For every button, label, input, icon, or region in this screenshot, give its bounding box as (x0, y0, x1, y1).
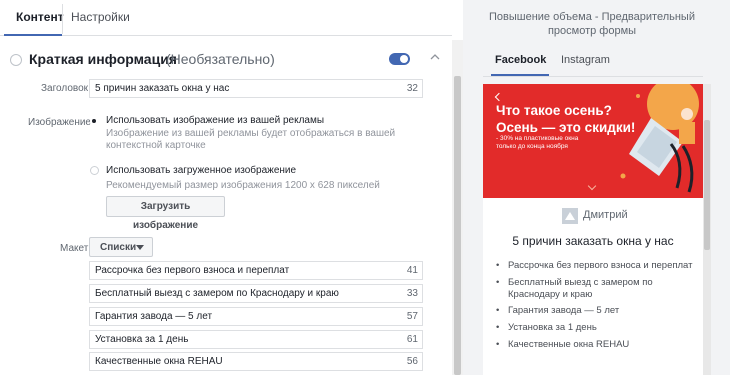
list-item-input[interactable]: Качественные окна REHAU 56 (89, 352, 423, 371)
image-option-upload-desc: Рекомендуемый размер изображения 1200 x … (106, 180, 380, 191)
list-item-count: 61 (406, 334, 418, 345)
image-option-ad-radio[interactable] (90, 117, 99, 126)
profile-row: Дмитрий (483, 204, 703, 228)
list-item-count: 41 (406, 265, 418, 276)
layout-select-value: Списки (100, 242, 137, 253)
avatar (562, 208, 578, 224)
editor-scrollbar-thumb[interactable] (454, 76, 461, 375)
section-toggle[interactable] (389, 53, 410, 65)
banner-sub-line2: только до конца ноября (496, 143, 568, 150)
list-item-count: 56 (406, 356, 418, 367)
image-option-upload-radio[interactable] (90, 166, 99, 175)
preview-pane: Повышение объема - Предварительный просм… (463, 0, 730, 375)
preview-scrollbar-thumb[interactable] (704, 120, 710, 250)
list-item-input[interactable]: Установка за 1 день 61 (89, 330, 423, 349)
section-radio[interactable] (10, 54, 22, 66)
preview-card: Что такое осень? Осень — это скидки! - 3… (483, 84, 703, 375)
preview-title: Повышение объема - Предварительный просм… (489, 11, 695, 37)
banner-headline: Что такое осень? Осень — это скидки! (496, 102, 635, 136)
banner-line2: Осень — это скидки! (496, 120, 636, 135)
list-item-text: Качественные окна REHAU (95, 356, 223, 367)
tab-content[interactable]: Контент (16, 10, 64, 24)
section-title: Краткая информация (29, 51, 177, 67)
list-item: Рассрочка без первого взноса и переплат (496, 260, 697, 272)
image-label: Изображение (28, 117, 91, 128)
caret-down-icon (136, 245, 144, 250)
banner-line1: Что такое осень? (496, 103, 612, 118)
card-title: 5 причин заказать окна у нас (512, 234, 674, 248)
list-item-input[interactable]: Рассрочка без первого взноса и переплат … (89, 261, 423, 280)
image-option-ad-desc: Изображение из вашей рекламы будет отобр… (106, 128, 396, 151)
headline-char-count: 32 (406, 83, 418, 94)
editor-pane: Контент Настройки Краткая информация (Не… (0, 0, 452, 375)
layout-select[interactable]: Списки (89, 237, 153, 257)
list-item-input[interactable]: Гарантия завода — 5 лет 57 (89, 307, 423, 326)
editor-scrollbar[interactable] (452, 40, 463, 375)
preview-active-tab-indicator (491, 74, 549, 76)
profile-name: Дмитрий (583, 209, 628, 221)
toggle-knob (400, 55, 408, 63)
list-item-text: Бесплатный выезд с замером по Краснодару… (95, 288, 339, 299)
list-item-count: 57 (406, 311, 418, 322)
headline-label: Заголовок (41, 83, 89, 94)
tab-facebook[interactable]: Facebook (495, 54, 546, 66)
image-option-ad-title: Использовать изображение из вашей реклам… (106, 115, 325, 126)
list-item-text: Рассрочка без первого взноса и переплат (95, 265, 290, 276)
list-item-count: 33 (406, 288, 418, 299)
preview-scrollbar[interactable] (703, 84, 711, 375)
list-item: Установка за 1 день (496, 322, 697, 334)
list-item-input[interactable]: Бесплатный выезд с замером по Краснодару… (89, 284, 423, 303)
preview-tabs: Facebook Instagram (483, 52, 703, 77)
section-optional-label: (Необязательно) (166, 51, 275, 67)
image-option-upload-title: Использовать загруженное изображение (106, 165, 297, 176)
chevron-up-icon[interactable] (430, 52, 440, 62)
tab-instagram[interactable]: Instagram (561, 54, 610, 66)
banner-subtext: - 30% на пластиковые окна только до конц… (496, 135, 578, 151)
headline-value: 5 причин заказать окна у нас (95, 83, 230, 94)
tab-divider (62, 4, 63, 34)
banner-sub-line1: - 30% на пластиковые окна (496, 135, 579, 142)
layout-label: Макет (60, 243, 89, 254)
active-tab-indicator (4, 34, 62, 36)
tab-settings[interactable]: Настройки (71, 10, 130, 24)
section-header: Краткая информация (Необязательно) (0, 44, 452, 72)
upload-image-button[interactable]: Загрузить изображение (106, 196, 225, 231)
list-item-text: Гарантия завода — 5 лет (95, 311, 213, 322)
list-item: Качественные окна REHAU (496, 339, 697, 351)
editor-tabs: Контент Настройки (0, 0, 452, 36)
list-item-text: Установка за 1 день (95, 334, 189, 345)
list-item: Бесплатный выезд с замером по Краснодару… (496, 277, 697, 301)
list-item: Гарантия завода — 5 лет (496, 305, 697, 317)
ad-banner-image: Что такое осень? Осень — это скидки! - 3… (483, 84, 703, 198)
headline-input[interactable]: 5 причин заказать окна у нас 32 (89, 79, 423, 98)
